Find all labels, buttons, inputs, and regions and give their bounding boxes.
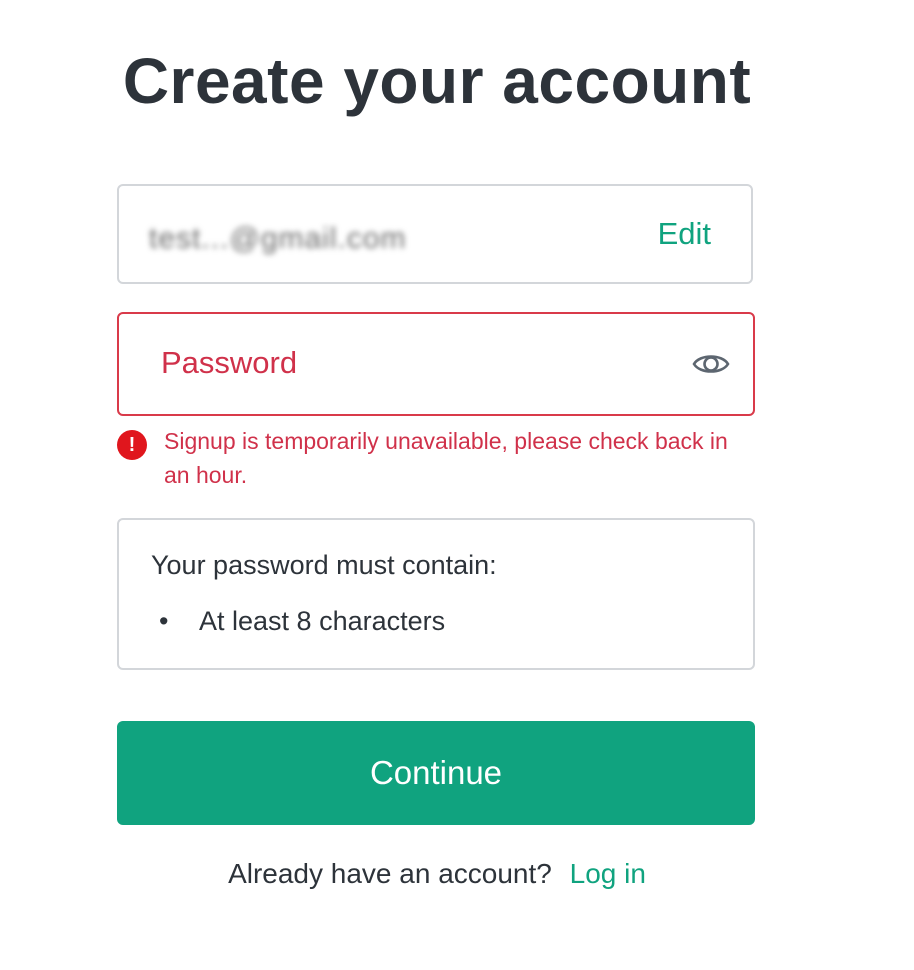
- requirements-list: • At least 8 characters: [151, 606, 445, 637]
- password-requirements: Your password must contain: • At least 8…: [117, 518, 755, 670]
- eye-icon[interactable]: [691, 346, 731, 382]
- login-link[interactable]: Log in: [570, 858, 646, 889]
- continue-button[interactable]: Continue: [117, 721, 755, 825]
- email-value: test...@gmail.com: [149, 222, 407, 255]
- bullet-icon: •: [159, 606, 169, 636]
- requirement-text: At least 8 characters: [199, 606, 446, 636]
- requirement-item: • At least 8 characters: [151, 606, 445, 637]
- error-icon-glyph: !: [128, 434, 136, 456]
- requirements-heading: Your password must contain:: [151, 550, 497, 580]
- edit-email-link[interactable]: Edit: [658, 216, 711, 252]
- page-title: Create your account: [122, 45, 752, 117]
- login-prompt: Already have an account? Log in: [0, 858, 874, 890]
- signup-page: Create your account test...@gmail.com Ed…: [0, 0, 914, 970]
- login-prompt-text: Already have an account?: [228, 858, 552, 889]
- error-message: Signup is temporarily unavailable, pleas…: [164, 428, 728, 488]
- email-field: test...@gmail.com Edit: [117, 184, 753, 284]
- password-field[interactable]: [117, 312, 755, 416]
- password-input[interactable]: [145, 334, 697, 392]
- error-icon: !: [117, 430, 147, 460]
